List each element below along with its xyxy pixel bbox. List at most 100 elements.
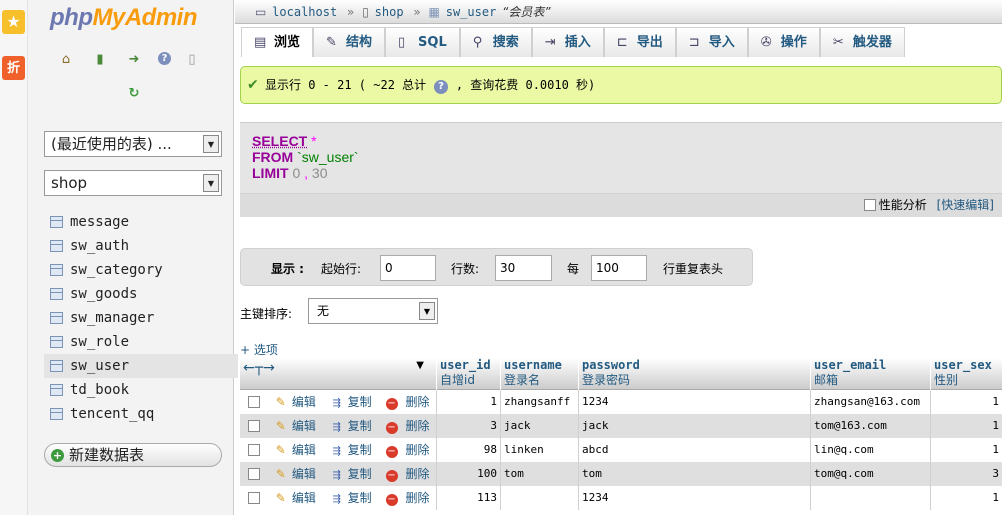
database-select[interactable]: shop ▼: [44, 170, 222, 196]
cell-username[interactable]: tom: [500, 462, 578, 486]
copy-link[interactable]: 复制: [348, 443, 372, 457]
cell-user-id[interactable]: 98: [436, 438, 500, 462]
table-item-td-book[interactable]: td_book: [44, 378, 238, 402]
phpmyadmin-logo[interactable]: phpMyAdmin: [50, 4, 197, 32]
column-header-user-id[interactable]: user_id 自增id: [436, 358, 498, 390]
cell-password[interactable]: 1234: [578, 390, 810, 414]
tab-export[interactable]: ⊏ 导出: [603, 27, 676, 57]
cell-password[interactable]: abcd: [578, 438, 810, 462]
recent-tables-select[interactable]: (最近使用的表) ... ▼: [44, 131, 222, 157]
edit-link[interactable]: 编辑: [292, 443, 316, 457]
breadcrumb-table[interactable]: sw_user: [446, 5, 497, 19]
delete-icon: −: [385, 446, 398, 458]
repeat-header-input[interactable]: 100: [591, 255, 647, 281]
cell-user-email[interactable]: tom@163.com: [810, 414, 930, 438]
copy-icon: ⇶: [332, 446, 341, 457]
cell-user-id[interactable]: 113: [436, 486, 500, 510]
table-item-sw-manager[interactable]: sw_manager: [44, 306, 238, 330]
discount-icon[interactable]: 折: [2, 56, 25, 80]
cell-user-id[interactable]: 3: [436, 414, 500, 438]
cell-username[interactable]: [500, 486, 578, 510]
cell-user-sex[interactable]: 1: [930, 486, 1002, 510]
pk-sort-select[interactable]: 无 ▼: [308, 298, 438, 324]
sql-keyword[interactable]: SELECT: [252, 133, 307, 149]
table-item-sw-auth[interactable]: sw_auth: [44, 234, 238, 258]
table-item-sw-role[interactable]: sw_role: [44, 330, 238, 354]
row-checkbox[interactable]: [248, 492, 260, 504]
table-item-sw-user[interactable]: sw_user: [44, 354, 238, 378]
row-checkbox[interactable]: [248, 420, 260, 432]
cell-user-email[interactable]: tom@q.com: [810, 462, 930, 486]
cell-username[interactable]: jack: [500, 414, 578, 438]
delete-link[interactable]: 删除: [406, 467, 430, 481]
cell-username[interactable]: zhangsanff: [500, 390, 578, 414]
tab-insert[interactable]: ⇥ 插入: [531, 27, 604, 57]
edit-link[interactable]: 编辑: [292, 395, 316, 409]
row-checkbox[interactable]: [248, 468, 260, 480]
query-window-icon[interactable]: ➜: [126, 52, 142, 68]
new-table-button[interactable]: + 新建数据表: [44, 443, 222, 467]
every-label: 每: [567, 262, 580, 276]
row-checkbox[interactable]: [248, 396, 260, 408]
sql-keyword: FROM: [252, 149, 294, 165]
copy-link[interactable]: 复制: [348, 419, 372, 433]
copy-link[interactable]: 复制: [348, 395, 372, 409]
column-header-password[interactable]: password 登录密码: [578, 358, 810, 390]
home-icon[interactable]: ⌂: [58, 52, 74, 68]
delete-link[interactable]: 删除: [406, 395, 430, 409]
cell-password[interactable]: jack: [578, 414, 810, 438]
cell-user-sex[interactable]: 1: [930, 390, 1002, 414]
cell-user-sex[interactable]: 1: [930, 414, 1002, 438]
browser-sidebar-strip: ★ 折: [0, 0, 28, 515]
start-row-input[interactable]: 0: [380, 255, 436, 281]
star-icon[interactable]: ★: [2, 10, 25, 34]
info-icon[interactable]: ?: [433, 80, 448, 94]
edit-link[interactable]: 编辑: [292, 491, 316, 505]
column-header-user-email[interactable]: user_email 邮箱: [810, 358, 930, 390]
sort-dropdown-icon[interactable]: ▼: [416, 360, 424, 371]
tab-browse[interactable]: ▤ 浏览: [241, 27, 314, 57]
breadcrumb-database[interactable]: shop: [375, 5, 404, 19]
tab-sql[interactable]: ▯ SQL: [385, 27, 460, 57]
delete-link[interactable]: 删除: [406, 491, 430, 505]
column-header-username[interactable]: username 登录名: [500, 358, 578, 390]
cell-user-email[interactable]: [810, 486, 930, 510]
profiling-checkbox[interactable]: [863, 199, 876, 211]
cell-password[interactable]: 1234: [578, 486, 810, 510]
edit-link[interactable]: 编辑: [292, 467, 316, 481]
cell-password[interactable]: tom: [578, 462, 810, 486]
reload-icon[interactable]: ↻: [126, 86, 142, 102]
cell-user-sex[interactable]: 3: [930, 462, 1002, 486]
row-checkbox[interactable]: [248, 444, 260, 456]
tab-triggers[interactable]: ✂ 触发器: [819, 27, 905, 57]
help-icon[interactable]: ?: [158, 52, 171, 65]
cell-user-id[interactable]: 100: [436, 462, 500, 486]
documentation-icon[interactable]: ▯: [184, 52, 200, 68]
cell-user-email[interactable]: lin@q.com: [810, 438, 930, 462]
row-actions: ✎ 编辑 ⇶ 复制 − 删除: [248, 486, 440, 510]
cell-username[interactable]: linken: [500, 438, 578, 462]
copy-link[interactable]: 复制: [348, 467, 372, 481]
tab-search[interactable]: ⚲ 搜索: [459, 27, 532, 57]
quick-edit-link[interactable]: [快速编辑]: [937, 198, 994, 212]
tab-operations[interactable]: ✇ 操作: [747, 27, 820, 57]
tab-structure[interactable]: ✎ 结构: [313, 27, 386, 57]
cell-user-email[interactable]: zhangsan@163.com: [810, 390, 930, 414]
table-item-message[interactable]: message: [44, 210, 238, 234]
table-item-sw-category[interactable]: sw_category: [44, 258, 238, 282]
column-header-user-sex[interactable]: user_sex 性别: [930, 358, 1002, 390]
copy-link[interactable]: 复制: [348, 491, 372, 505]
cell-user-id[interactable]: 1: [436, 390, 500, 414]
delete-link[interactable]: 删除: [406, 443, 430, 457]
delete-link[interactable]: 删除: [406, 419, 430, 433]
edit-link[interactable]: 编辑: [292, 419, 316, 433]
tab-import[interactable]: ⊐ 导入: [675, 27, 748, 57]
table-item-tencent-qq[interactable]: tencent_qq: [44, 402, 238, 426]
options-link[interactable]: + 选项: [240, 341, 278, 358]
cell-user-sex[interactable]: 1: [930, 438, 1002, 462]
rows-input[interactable]: 30: [495, 255, 552, 281]
breadcrumb-server[interactable]: localhost: [272, 5, 337, 19]
table-item-sw-goods[interactable]: sw_goods: [44, 282, 238, 306]
logout-icon[interactable]: ▮: [92, 52, 108, 68]
column-resize-arrows[interactable]: ←┬→ ▼: [240, 358, 432, 390]
